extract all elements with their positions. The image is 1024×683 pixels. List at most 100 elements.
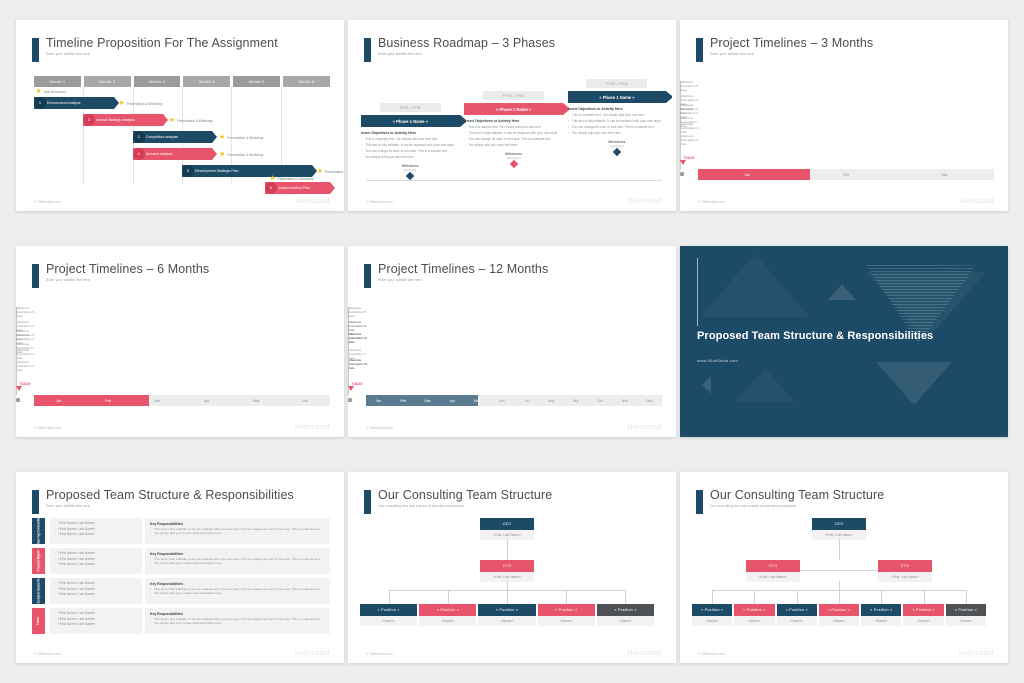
phase-name-banner[interactable]: « Phase 1 Name » — [567, 91, 673, 104]
footer-copyright: © SlideSalad.com — [366, 652, 393, 656]
org-box-position[interactable]: « Position » «Name» — [360, 604, 418, 626]
org-box-position[interactable]: « Position » «Name» — [734, 604, 775, 626]
org-box-cto[interactable]: CTO «First, Last Name» — [746, 560, 800, 582]
org-role-label: CEO — [812, 518, 866, 530]
phase-name-banner[interactable]: « Phase 1 Name » — [464, 103, 570, 116]
org-box-position[interactable]: « Position » «Name» — [596, 604, 654, 626]
slide-section-divider[interactable]: Proposed Team Structure & Responsibiliti… — [680, 246, 1008, 437]
org-person-name: «First, Last Name» — [746, 572, 800, 582]
roadmap-phase-column[interactable]: FY02 – FY03 « Phase 1 Name » Insert Object… — [567, 79, 673, 157]
org-box-position[interactable]: « Position » «Name» — [945, 604, 986, 626]
slide-project-timelines-3-months[interactable]: Project Timelines – 3 Months Enter your … — [680, 20, 1008, 211]
org-box-position[interactable]: « Position » «Name» — [692, 604, 733, 626]
milestone-description: Milestone Description 5 Date — [680, 80, 699, 92]
task-label: Annual Strategy analysis — [96, 118, 135, 122]
org-box-position[interactable]: « Position » «Name» — [537, 604, 595, 626]
task-bar[interactable]: 3 Competitors analysis — [132, 131, 218, 143]
slide-consulting-team-structure-2[interactable]: Our Consulting Team Structure Our consul… — [680, 472, 1008, 663]
org-person-name: «Name» — [537, 616, 595, 626]
responsibility-item: You simply add your content and descript… — [150, 561, 325, 566]
today-arrow-icon — [16, 386, 22, 391]
responsibilities-heading: Key Responsibilities — [150, 581, 184, 586]
org-role-label: CTO — [878, 560, 932, 572]
org-box-ceo[interactable]: CEO «First, Last Name» — [812, 518, 866, 540]
page-title: Proposed Team Structure & Responsibiliti… — [46, 488, 294, 502]
slide-header: Business Roadmap – 3 Phases Enter your s… — [364, 36, 664, 62]
objectives-heading: Insert Objectives or Activity Here — [567, 107, 623, 112]
org-box-cto[interactable]: CTO «First, Last Name» — [878, 560, 932, 582]
accent-bar-icon — [364, 38, 371, 62]
org-box-position[interactable]: « Position » «Name» — [776, 604, 817, 626]
responsibilities-heading: Key Responsibilities — [150, 521, 184, 526]
milestone-description: Milestone Description 4 Date — [16, 360, 35, 372]
task-bar[interactable]: 1 Environment Analysis — [34, 97, 119, 109]
org-role-label: CEO — [480, 518, 534, 530]
month-tick-label: Mar — [424, 398, 431, 403]
org-box-cto[interactable]: CTO «First, Last Name» — [480, 560, 534, 582]
slide-team-responsibilities[interactable]: Proposed Team Structure & Responsibiliti… — [16, 472, 344, 663]
timeline-task-row[interactable]: 4 Demand analysis — [132, 148, 218, 160]
slide-timeline-proposition[interactable]: Timeline Proposition For The Assignment … — [16, 20, 344, 211]
task-bar[interactable]: 4 Demand analysis — [132, 148, 218, 160]
org-role-label: « Position » — [734, 604, 775, 616]
month-tick-label: Apr — [449, 398, 456, 403]
org-role-label: « Position » — [478, 604, 536, 616]
timeline-task-row[interactable]: 1 Environment Analysis — [34, 97, 119, 109]
task-label: Implementation Plan — [277, 186, 310, 190]
timeline-task-row[interactable]: 3 Competitors analysis — [132, 131, 218, 143]
task-bar[interactable]: 2 Annual Strategy analysis — [83, 114, 168, 126]
month-header-cell: Month 2 — [83, 76, 131, 87]
milestone-star: ★Presentation & Workshop — [169, 117, 213, 124]
org-person-name: «First, Last Name» — [878, 572, 932, 582]
org-box-position[interactable]: « Position » «Name» — [861, 604, 902, 626]
milestone-diamond-icon — [509, 159, 518, 169]
slide-deck-grid: Timeline Proposition For The Assignment … — [0, 0, 1024, 683]
milestone-dot-icon — [680, 172, 684, 176]
org-box-ceo[interactable]: CEO «First, Last Name» — [480, 518, 534, 540]
timeline-task-row[interactable]: 6 Implementation Plan — [264, 182, 336, 194]
slide-header: Project Timelines – 6 Months Enter your … — [32, 262, 332, 288]
phase-name-banner[interactable]: « Phase 1 Name » — [361, 115, 466, 128]
objective-bullet: This text is fully editable. It can be r… — [361, 143, 459, 148]
org-box-position[interactable]: « Position » «Name» — [419, 604, 477, 626]
roadmap-phase-column[interactable]: FY01 – FY02 « Phase 1 Name » Insert Object… — [464, 91, 570, 169]
month-tick-label: Jan — [55, 398, 62, 403]
milestone-star: ★Presentation & Workshop — [219, 134, 263, 141]
member-name-list: «First Name» Last Name»«First Name» Last… — [50, 578, 142, 604]
responsibilities-block: Key ResponsibilitiesThis text is fully e… — [145, 548, 330, 574]
today-marker: TODAY — [16, 382, 34, 391]
task-label: Environment Analysis — [47, 101, 81, 105]
team-role-row[interactable]: Team «First Name» Last Name»«First Name» … — [32, 608, 330, 634]
org-box-position[interactable]: « Position » «Name» — [478, 604, 536, 626]
team-role-row[interactable]: Project Mgmt «First Name» Last Name»«Firs… — [32, 548, 330, 574]
member-name: «First Name» Last Name» — [54, 532, 138, 538]
slide-project-timelines-6-months[interactable]: Project Timelines – 6 Months Enter your … — [16, 246, 344, 437]
month-tick-label: Jun — [302, 398, 309, 403]
section-url: www.SlideSalad.com — [697, 358, 738, 363]
org-role-label: « Position » — [903, 604, 944, 616]
team-role-row[interactable]: Steering Committee «First Name» Last Name… — [32, 515, 330, 547]
milestone-star: ★Presentation & Workshop — [269, 175, 313, 182]
month-tick-label: Feb — [104, 398, 112, 403]
org-person-name: «Name» — [903, 616, 944, 626]
decorative-triangle-icon — [700, 254, 810, 317]
accent-bar-icon — [364, 490, 371, 514]
org-connector-vertical — [712, 590, 714, 604]
org-role-label: « Position » — [419, 604, 477, 616]
org-box-position[interactable]: « Position » «Name» — [903, 604, 944, 626]
slide-consulting-team-structure-1[interactable]: Our Consulting Team Structure Our consul… — [348, 472, 676, 663]
page-title: Project Timelines – 6 Months — [46, 262, 210, 276]
slide-business-roadmap[interactable]: Business Roadmap – 3 Phases Enter your s… — [348, 20, 676, 211]
decorative-triangle-icon — [828, 284, 856, 300]
responsibilities-block: Key ResponsibilitiesThis text is fully e… — [145, 518, 330, 544]
org-box-position[interactable]: « Position » «Name» — [818, 604, 860, 626]
team-role-row[interactable]: Subject Experts «First Name» Last Name»«F… — [32, 578, 330, 604]
roadmap-phase-column[interactable]: FY00 – FY01 « Phase 1 Name » Insert Object… — [361, 103, 466, 181]
footer-copyright: © SlideSalad.com — [366, 426, 393, 430]
slide-project-timelines-12-months[interactable]: Project Timelines – 12 Months Enter your… — [348, 246, 676, 437]
timeline-task-row[interactable]: 2 Annual Strategy analysis — [83, 114, 168, 126]
task-bar[interactable]: 6 Implementation Plan — [264, 182, 336, 194]
slide-header: Our Consulting Team Structure Our consul… — [364, 488, 664, 514]
footer-copyright: © SlideSalad.com — [698, 200, 725, 204]
objective-bullet: You can change its color or font size. T… — [361, 149, 459, 154]
